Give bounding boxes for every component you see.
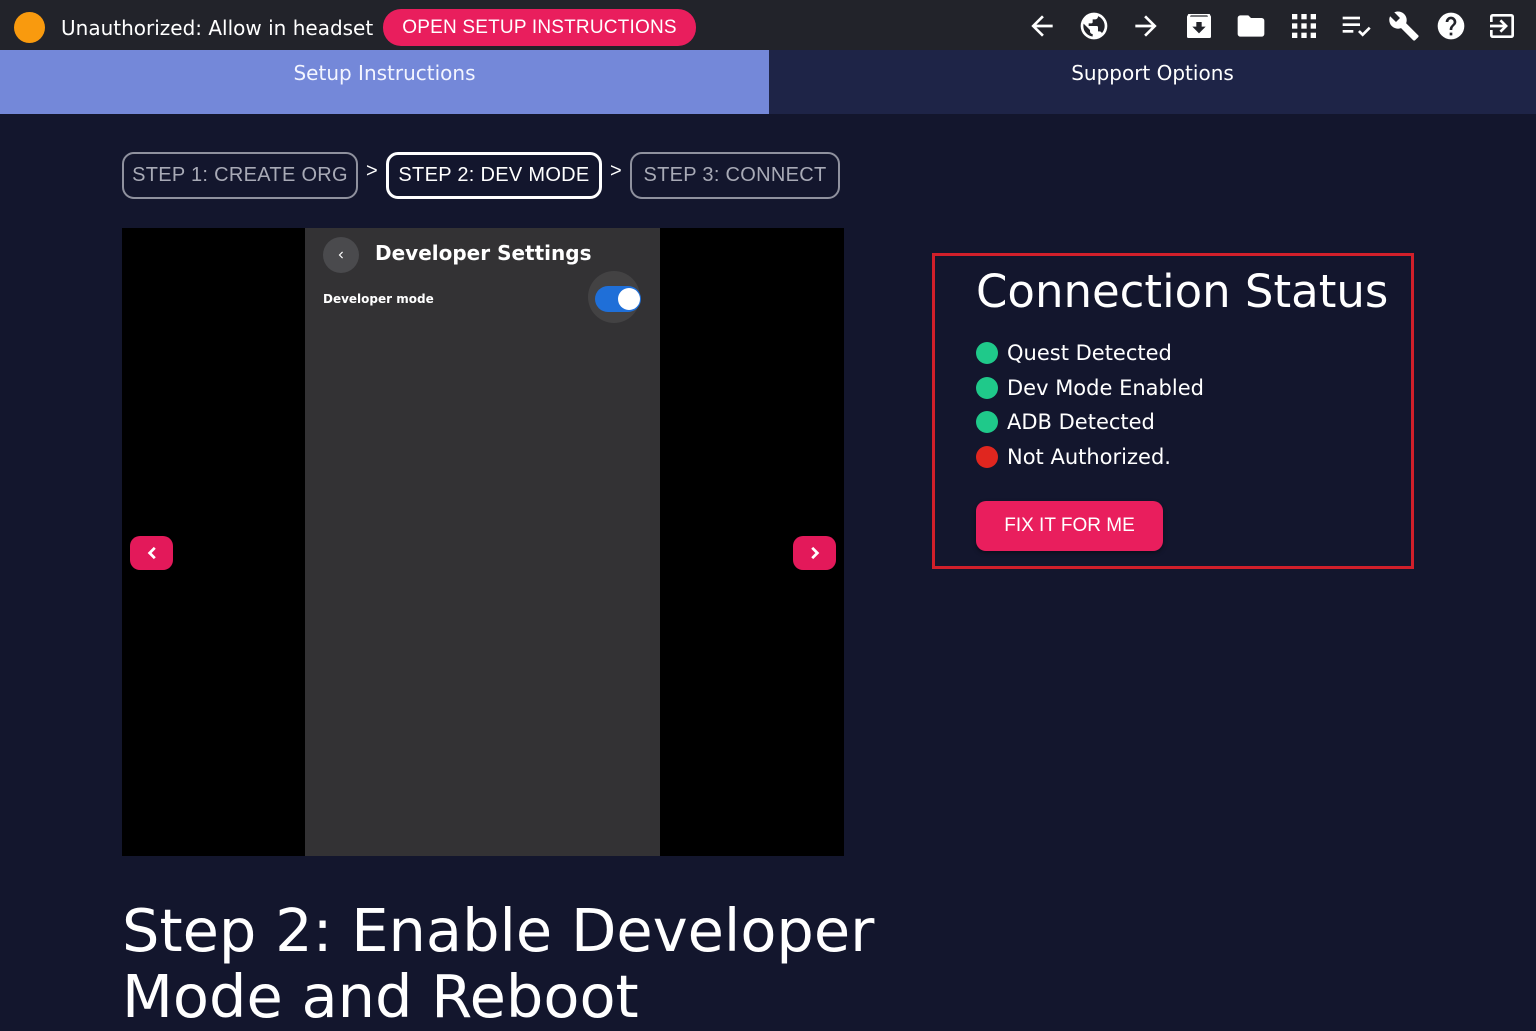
instruction-screenshot: Developer Settings Developer mode — [305, 228, 660, 856]
status-item-adb-detected: ADB Detected — [976, 405, 1204, 440]
status-item-not-authorized: Not Authorized. — [976, 440, 1204, 475]
tab-support-options[interactable]: Support Options — [769, 50, 1536, 114]
archive-download-icon[interactable] — [1179, 6, 1219, 46]
fix-it-for-me-button[interactable]: FIX IT FOR ME — [976, 501, 1163, 551]
status-item-dev-mode-enabled: Dev Mode Enabled — [976, 371, 1204, 406]
connection-status-panel: Connection Status Quest Detected Dev Mod… — [932, 253, 1414, 569]
open-setup-instructions-button[interactable]: OPEN SETUP INSTRUCTIONS — [383, 9, 696, 46]
playlist-check-icon[interactable] — [1336, 6, 1376, 46]
step-separator: > — [366, 160, 378, 182]
phone-screen-title: Developer Settings — [375, 241, 592, 265]
chevron-left-icon — [323, 237, 359, 273]
status-item-label: Dev Mode Enabled — [1007, 375, 1204, 400]
carousel-prev-button[interactable] — [130, 536, 173, 570]
step-1-create-org-button[interactable]: STEP 1: CREATE ORG — [122, 152, 358, 199]
tab-label: Setup Instructions — [293, 61, 476, 85]
status-item-label: Not Authorized. — [1007, 444, 1171, 469]
step-3-connect-button[interactable]: STEP 3: CONNECT — [630, 152, 840, 199]
developer-mode-toggle — [595, 286, 641, 312]
status-dot-icon — [976, 445, 998, 468]
developer-mode-label: Developer mode — [323, 292, 434, 306]
tab-setup-instructions[interactable]: Setup Instructions — [0, 50, 769, 114]
status-dot-icon — [976, 376, 998, 399]
status-item-label: Quest Detected — [1007, 341, 1172, 366]
status-dot-icon — [976, 411, 998, 434]
status-item-quest-detected: Quest Detected — [976, 336, 1204, 371]
top-bar: Unauthorized: Allow in headset OPEN SETU… — [0, 0, 1536, 50]
arrow-right-icon[interactable] — [1126, 6, 1166, 46]
step-separator: > — [610, 160, 622, 182]
carousel-next-button[interactable] — [793, 536, 836, 570]
toggle-knob — [618, 288, 640, 310]
tab-bar: Setup Instructions Support Options — [0, 50, 1536, 114]
status-dot-icon — [976, 342, 998, 365]
exit-icon[interactable] — [1482, 6, 1522, 46]
globe-icon[interactable] — [1074, 6, 1114, 46]
step-2-dev-mode-button[interactable]: STEP 2: DEV MODE — [386, 152, 602, 199]
connection-status-title: Connection Status — [976, 265, 1389, 318]
arrow-left-icon[interactable] — [1022, 6, 1062, 46]
connection-status-list: Quest Detected Dev Mode Enabled ADB Dete… — [976, 336, 1204, 474]
folder-icon[interactable] — [1231, 6, 1271, 46]
status-item-label: ADB Detected — [1007, 410, 1155, 435]
apps-grid-icon[interactable] — [1284, 6, 1324, 46]
tab-label: Support Options — [1071, 61, 1234, 85]
chevron-left-icon — [147, 546, 156, 560]
status-indicator — [14, 12, 45, 43]
help-icon[interactable] — [1431, 6, 1471, 46]
chevron-right-icon — [810, 546, 819, 560]
wrench-icon[interactable] — [1384, 6, 1424, 46]
instruction-carousel: Developer Settings Developer mode — [122, 228, 844, 856]
status-text: Unauthorized: Allow in headset — [61, 16, 374, 40]
step-heading: Step 2: Enable Developer Mode and Reboot — [122, 896, 875, 1031]
